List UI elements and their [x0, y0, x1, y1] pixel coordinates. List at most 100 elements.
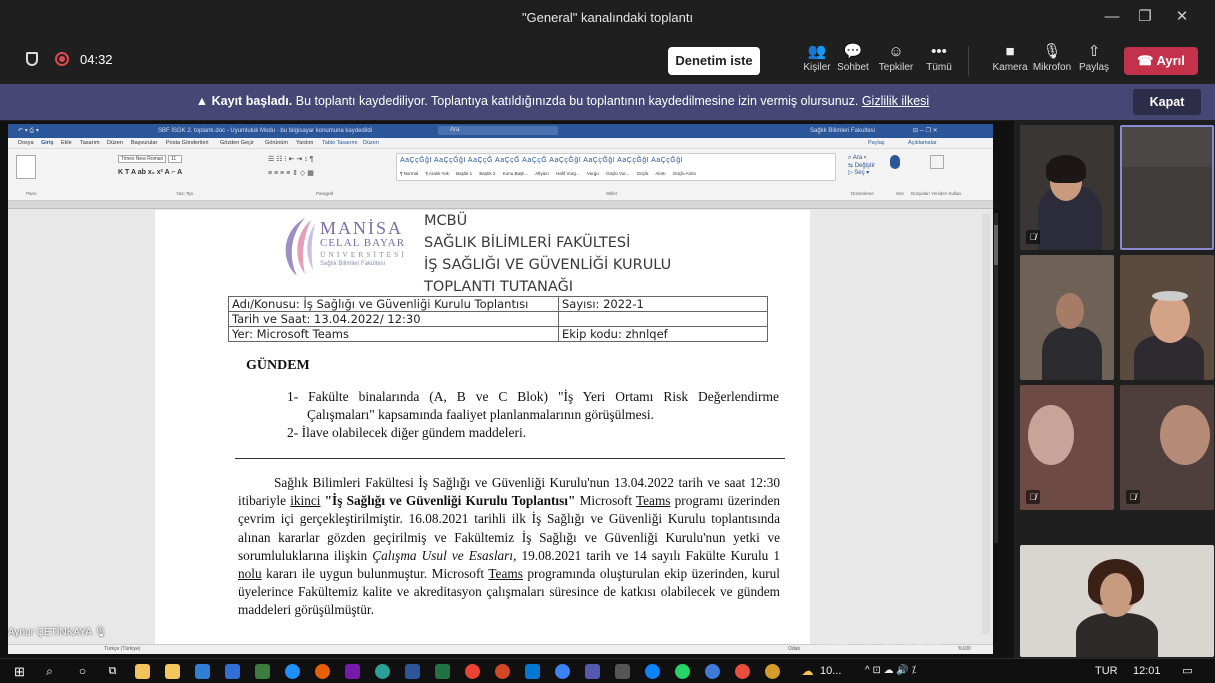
- tab-duzen[interactable]: Düzen: [107, 140, 123, 146]
- style-alinti[interactable]: Alıntı: [655, 171, 665, 176]
- style-aralik-yok[interactable]: ¶ Aralık Yok: [425, 171, 448, 176]
- microphone-button[interactable]: 🎙 Mikrofon: [1029, 42, 1075, 73]
- app-icon[interactable]: [225, 664, 240, 679]
- firefox-icon[interactable]: [315, 664, 330, 679]
- self-video-tile[interactable]: [1020, 545, 1214, 657]
- search-icon[interactable]: ⌕: [42, 664, 57, 679]
- cortana-icon[interactable]: ○: [75, 664, 90, 679]
- restore-button[interactable]: ❐: [1130, 4, 1160, 30]
- app-icon[interactable]: [255, 664, 270, 679]
- taskbar-clock[interactable]: 12:01: [1133, 665, 1161, 677]
- notification-icon[interactable]: ▭: [1180, 664, 1195, 679]
- style-guclu[interactable]: Güçlü: [637, 171, 649, 176]
- style-konu-basligi[interactable]: Konu Başlı...: [503, 171, 529, 176]
- app-icon[interactable]: [765, 664, 780, 679]
- status-language[interactable]: Türkçe (Türkiye): [104, 646, 140, 652]
- todo-icon[interactable]: [525, 664, 540, 679]
- word-comments-button[interactable]: Açıklamalar: [908, 140, 937, 146]
- tab-ekle[interactable]: Ekle: [61, 140, 72, 146]
- word-scrollbar[interactable]: [982, 214, 990, 634]
- windows-start-icon[interactable]: ⊞: [12, 664, 27, 679]
- tray-icons[interactable]: ^ ⊡ ☁ 🔊 ⁒: [865, 665, 916, 676]
- style-vurgu[interactable]: Vurgu: [587, 171, 599, 176]
- reactions-button[interactable]: ☺ Tepkiler: [874, 42, 918, 73]
- style-hafif-vurgu[interactable]: Hafif Vurg...: [556, 171, 580, 176]
- tab-dosya[interactable]: Dosya: [18, 140, 34, 146]
- tab-yardim[interactable]: Yardım: [296, 140, 313, 146]
- weather-icon[interactable]: ☁: [800, 664, 815, 679]
- word-icon[interactable]: [405, 664, 420, 679]
- dictate-icon[interactable]: [890, 155, 900, 169]
- status-zoom[interactable]: %100: [958, 646, 971, 652]
- status-focus[interactable]: Odak: [788, 646, 800, 652]
- style-baslik-1[interactable]: Başlık 1: [456, 171, 472, 176]
- style-guclu-vurgu[interactable]: Güçlü Vur...: [606, 171, 629, 176]
- edge-icon[interactable]: [285, 664, 300, 679]
- mail-icon[interactable]: [195, 664, 210, 679]
- app-icon[interactable]: [705, 664, 720, 679]
- participant-tile[interactable]: 🎙̸: [1020, 385, 1114, 510]
- taskbar-language[interactable]: TUR: [1095, 665, 1118, 677]
- tab-tasarim[interactable]: Tasarım: [80, 140, 100, 146]
- teams-icon[interactable]: [585, 664, 600, 679]
- app-icon[interactable]: [495, 664, 510, 679]
- reuse-files-icon[interactable]: [930, 155, 944, 169]
- word-search[interactable]: Ara: [438, 126, 558, 135]
- paragraph-buttons[interactable]: ☰ ☷ ⁝ ⇤ ⇥ ↕ ¶: [268, 155, 313, 163]
- minimize-button[interactable]: —: [1097, 4, 1127, 30]
- style-guclu-alinti[interactable]: Güçlü Alıntı: [673, 171, 696, 176]
- banner-close-button[interactable]: Kapat: [1133, 89, 1201, 115]
- tab-tablo-tasarimi[interactable]: Tablo Tasarımı: [322, 140, 358, 146]
- style-altyazi[interactable]: Altyazı: [535, 171, 549, 176]
- word-account[interactable]: Sağlık Bilimleri Fakultesi: [810, 124, 875, 138]
- format-buttons[interactable]: K T A ab x₂ x² A ⌐ A: [118, 169, 182, 176]
- shield-icon[interactable]: [26, 52, 38, 66]
- taskbar-weather[interactable]: 10...: [820, 665, 841, 677]
- privacy-link[interactable]: Gizlilik ilkesi: [862, 94, 929, 108]
- participant-tile[interactable]: [1120, 255, 1214, 380]
- chrome-icon[interactable]: [465, 664, 480, 679]
- edit-group[interactable]: ⌕ Ara ▾ ⇆ Değiştir ▷ Seç ▾: [848, 155, 875, 176]
- store-icon[interactable]: [165, 664, 180, 679]
- file-explorer-icon[interactable]: [135, 664, 150, 679]
- calculator-icon[interactable]: [615, 664, 630, 679]
- request-control-button[interactable]: Denetim iste: [668, 47, 760, 75]
- participant-tile[interactable]: [1020, 255, 1114, 380]
- video-scrollbar-thumb[interactable]: [994, 225, 998, 265]
- document-page[interactable]: MANİSA CELAL BAYAR ÜNİVERSİTESİ Sağlık B…: [155, 210, 810, 650]
- participant-tile-active[interactable]: [1120, 125, 1214, 250]
- app-icon[interactable]: [375, 664, 390, 679]
- tab-tablo-duzen[interactable]: Düzen: [363, 140, 379, 146]
- leave-button[interactable]: ☎ Ayrıl: [1124, 47, 1198, 75]
- whatsapp-icon[interactable]: [675, 664, 690, 679]
- font-size-select[interactable]: 11: [168, 155, 182, 163]
- tab-giris[interactable]: Giriş: [41, 140, 54, 146]
- style-normal[interactable]: ¶ Normal: [400, 171, 418, 176]
- more-button[interactable]: ••• Tümü: [917, 42, 961, 73]
- task-view-icon[interactable]: ⧉: [105, 664, 120, 679]
- excel-icon[interactable]: [435, 664, 450, 679]
- word-share-button[interactable]: Paylaş: [868, 140, 885, 146]
- app-icon[interactable]: [555, 664, 570, 679]
- font-select[interactable]: Times New Roman: [118, 155, 166, 163]
- styles-preview: AaÇçĞğI AaÇçĞğI AaÇçĞ AaÇçĞ AaÇçĞ AaÇçĞğ…: [400, 157, 684, 164]
- tab-posta[interactable]: Posta Gönderileri: [166, 140, 209, 146]
- app-icon[interactable]: [735, 664, 750, 679]
- chat-button[interactable]: 💬 Sohbet: [831, 42, 875, 73]
- participant-tile[interactable]: 🎙̸: [1020, 125, 1114, 250]
- align-buttons[interactable]: ≡ ≡ ≡ ≡ ⇕ ◇ ▦: [268, 169, 314, 177]
- ruler[interactable]: [8, 201, 993, 209]
- paste-icon[interactable]: [16, 155, 36, 179]
- participant-tile[interactable]: 🎙̸: [1120, 385, 1214, 510]
- tab-gozden-gecir[interactable]: Gözden Geçir: [220, 140, 254, 146]
- tab-gorunum[interactable]: Görünüm: [265, 140, 288, 146]
- tab-basvurular[interactable]: Başvurular: [131, 140, 157, 146]
- share-button[interactable]: ⇧ Paylaş: [1072, 42, 1116, 73]
- close-window-button[interactable]: ✕: [1167, 4, 1197, 30]
- undo-icon[interactable]: ↶ ▾ ⎙ ▾: [18, 124, 39, 138]
- app-icon[interactable]: [645, 664, 660, 679]
- camera-button[interactable]: ■ Kamera: [987, 42, 1033, 73]
- onenote-icon[interactable]: [345, 664, 360, 679]
- word-window-controls[interactable]: ⊟ ─ ❐ ✕: [913, 124, 938, 138]
- style-baslik-2[interactable]: Başlık 2: [479, 171, 495, 176]
